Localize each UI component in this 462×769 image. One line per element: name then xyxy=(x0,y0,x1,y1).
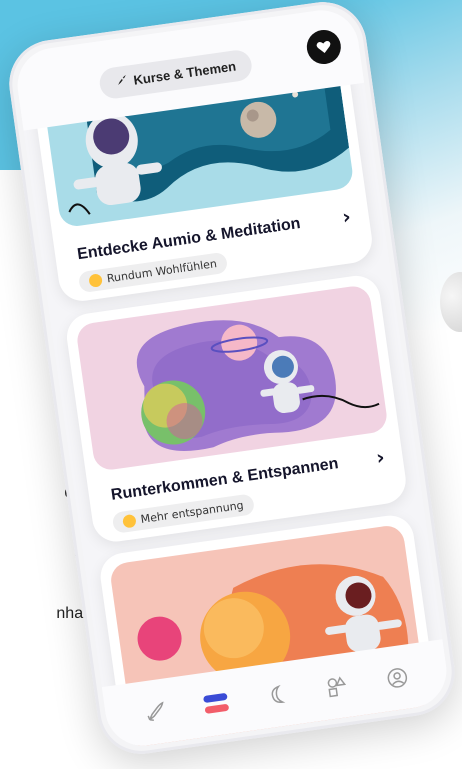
rocket-icon xyxy=(147,701,164,721)
nav-explore[interactable] xyxy=(137,693,175,731)
profile-icon xyxy=(387,668,407,688)
course-card[interactable]: Runterkommen & Entspannen › Mehr entspan… xyxy=(63,272,409,545)
shapes-icon xyxy=(327,676,346,698)
courses-icon xyxy=(203,693,229,714)
card-tag-label: Rundum Wohlfühlen xyxy=(106,257,218,286)
nav-shapes[interactable] xyxy=(318,667,356,705)
chevron-right-icon[interactable]: › xyxy=(375,445,387,470)
nav-courses[interactable] xyxy=(197,684,235,722)
courses-topics-label: Kurse & Themen xyxy=(132,58,237,88)
favorites-button[interactable] xyxy=(304,27,344,67)
rocket-icon xyxy=(115,74,129,91)
nav-sleep[interactable] xyxy=(257,676,295,714)
smile-emoji-icon xyxy=(88,273,103,288)
moon-icon xyxy=(271,684,286,704)
card-tag-label: Mehr entspannung xyxy=(139,498,245,527)
heart-icon xyxy=(316,40,331,53)
relieved-emoji-icon xyxy=(122,513,137,529)
card-artwork xyxy=(75,284,389,472)
courses-topics-button[interactable]: Kurse & Themen xyxy=(97,48,254,101)
chevron-right-icon[interactable]: › xyxy=(341,204,353,229)
nav-profile[interactable] xyxy=(378,659,416,697)
